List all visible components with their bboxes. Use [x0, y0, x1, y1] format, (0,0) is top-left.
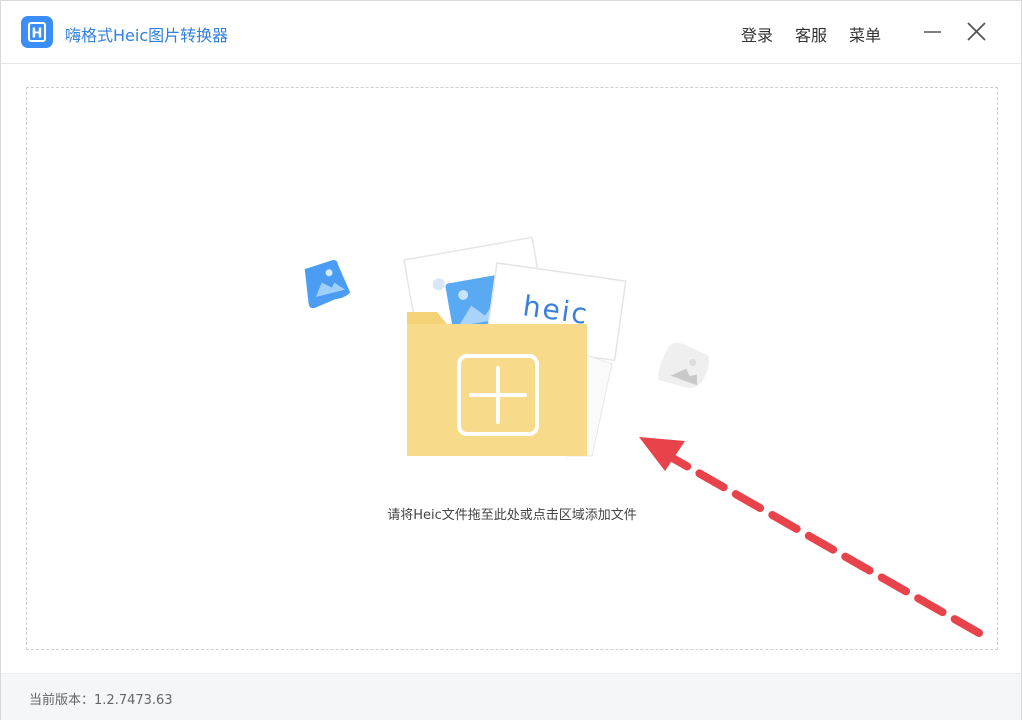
app-logo: H — [21, 16, 53, 48]
drop-illustration: heic — [304, 236, 709, 457]
app-logo-icon: H — [28, 22, 46, 42]
svg-text:H: H — [32, 27, 43, 42]
floating-image-icon-right — [658, 342, 709, 388]
minimize-button[interactable] — [915, 15, 949, 49]
support-button[interactable]: 客服 — [795, 22, 827, 46]
minimize-icon — [924, 31, 941, 33]
app-title: 嗨格式Heic图片转换器 — [65, 26, 229, 45]
title-bar[interactable]: H 嗨格式Heic图片转换器 登录 客服 菜单 — [1, 1, 1021, 64]
close-icon — [967, 22, 986, 41]
menu-button[interactable]: 菜单 — [849, 22, 881, 46]
version-number: 1.2.7473.63 — [94, 693, 173, 708]
file-drop-zone[interactable]: heic 请将Heic文件拖至此处或点击区域添加文件 — [26, 87, 998, 650]
version-label: 当前版本： — [29, 693, 95, 708]
status-bar: 当前版本：1.2.7473.63 — [1, 673, 1021, 720]
close-button[interactable] — [959, 15, 993, 49]
drop-hint-text: 请将Heic文件拖至此处或点击区域添加文件 — [387, 508, 637, 523]
login-button[interactable]: 登录 — [741, 22, 773, 46]
floating-image-icon-left — [304, 260, 351, 309]
version-info: 当前版本：1.2.7473.63 — [29, 689, 173, 708]
folder-icon — [407, 312, 587, 456]
app-window: H 嗨格式Heic图片转换器 登录 客服 菜单 heic 请将Heic文件拖至此… — [0, 0, 1022, 720]
